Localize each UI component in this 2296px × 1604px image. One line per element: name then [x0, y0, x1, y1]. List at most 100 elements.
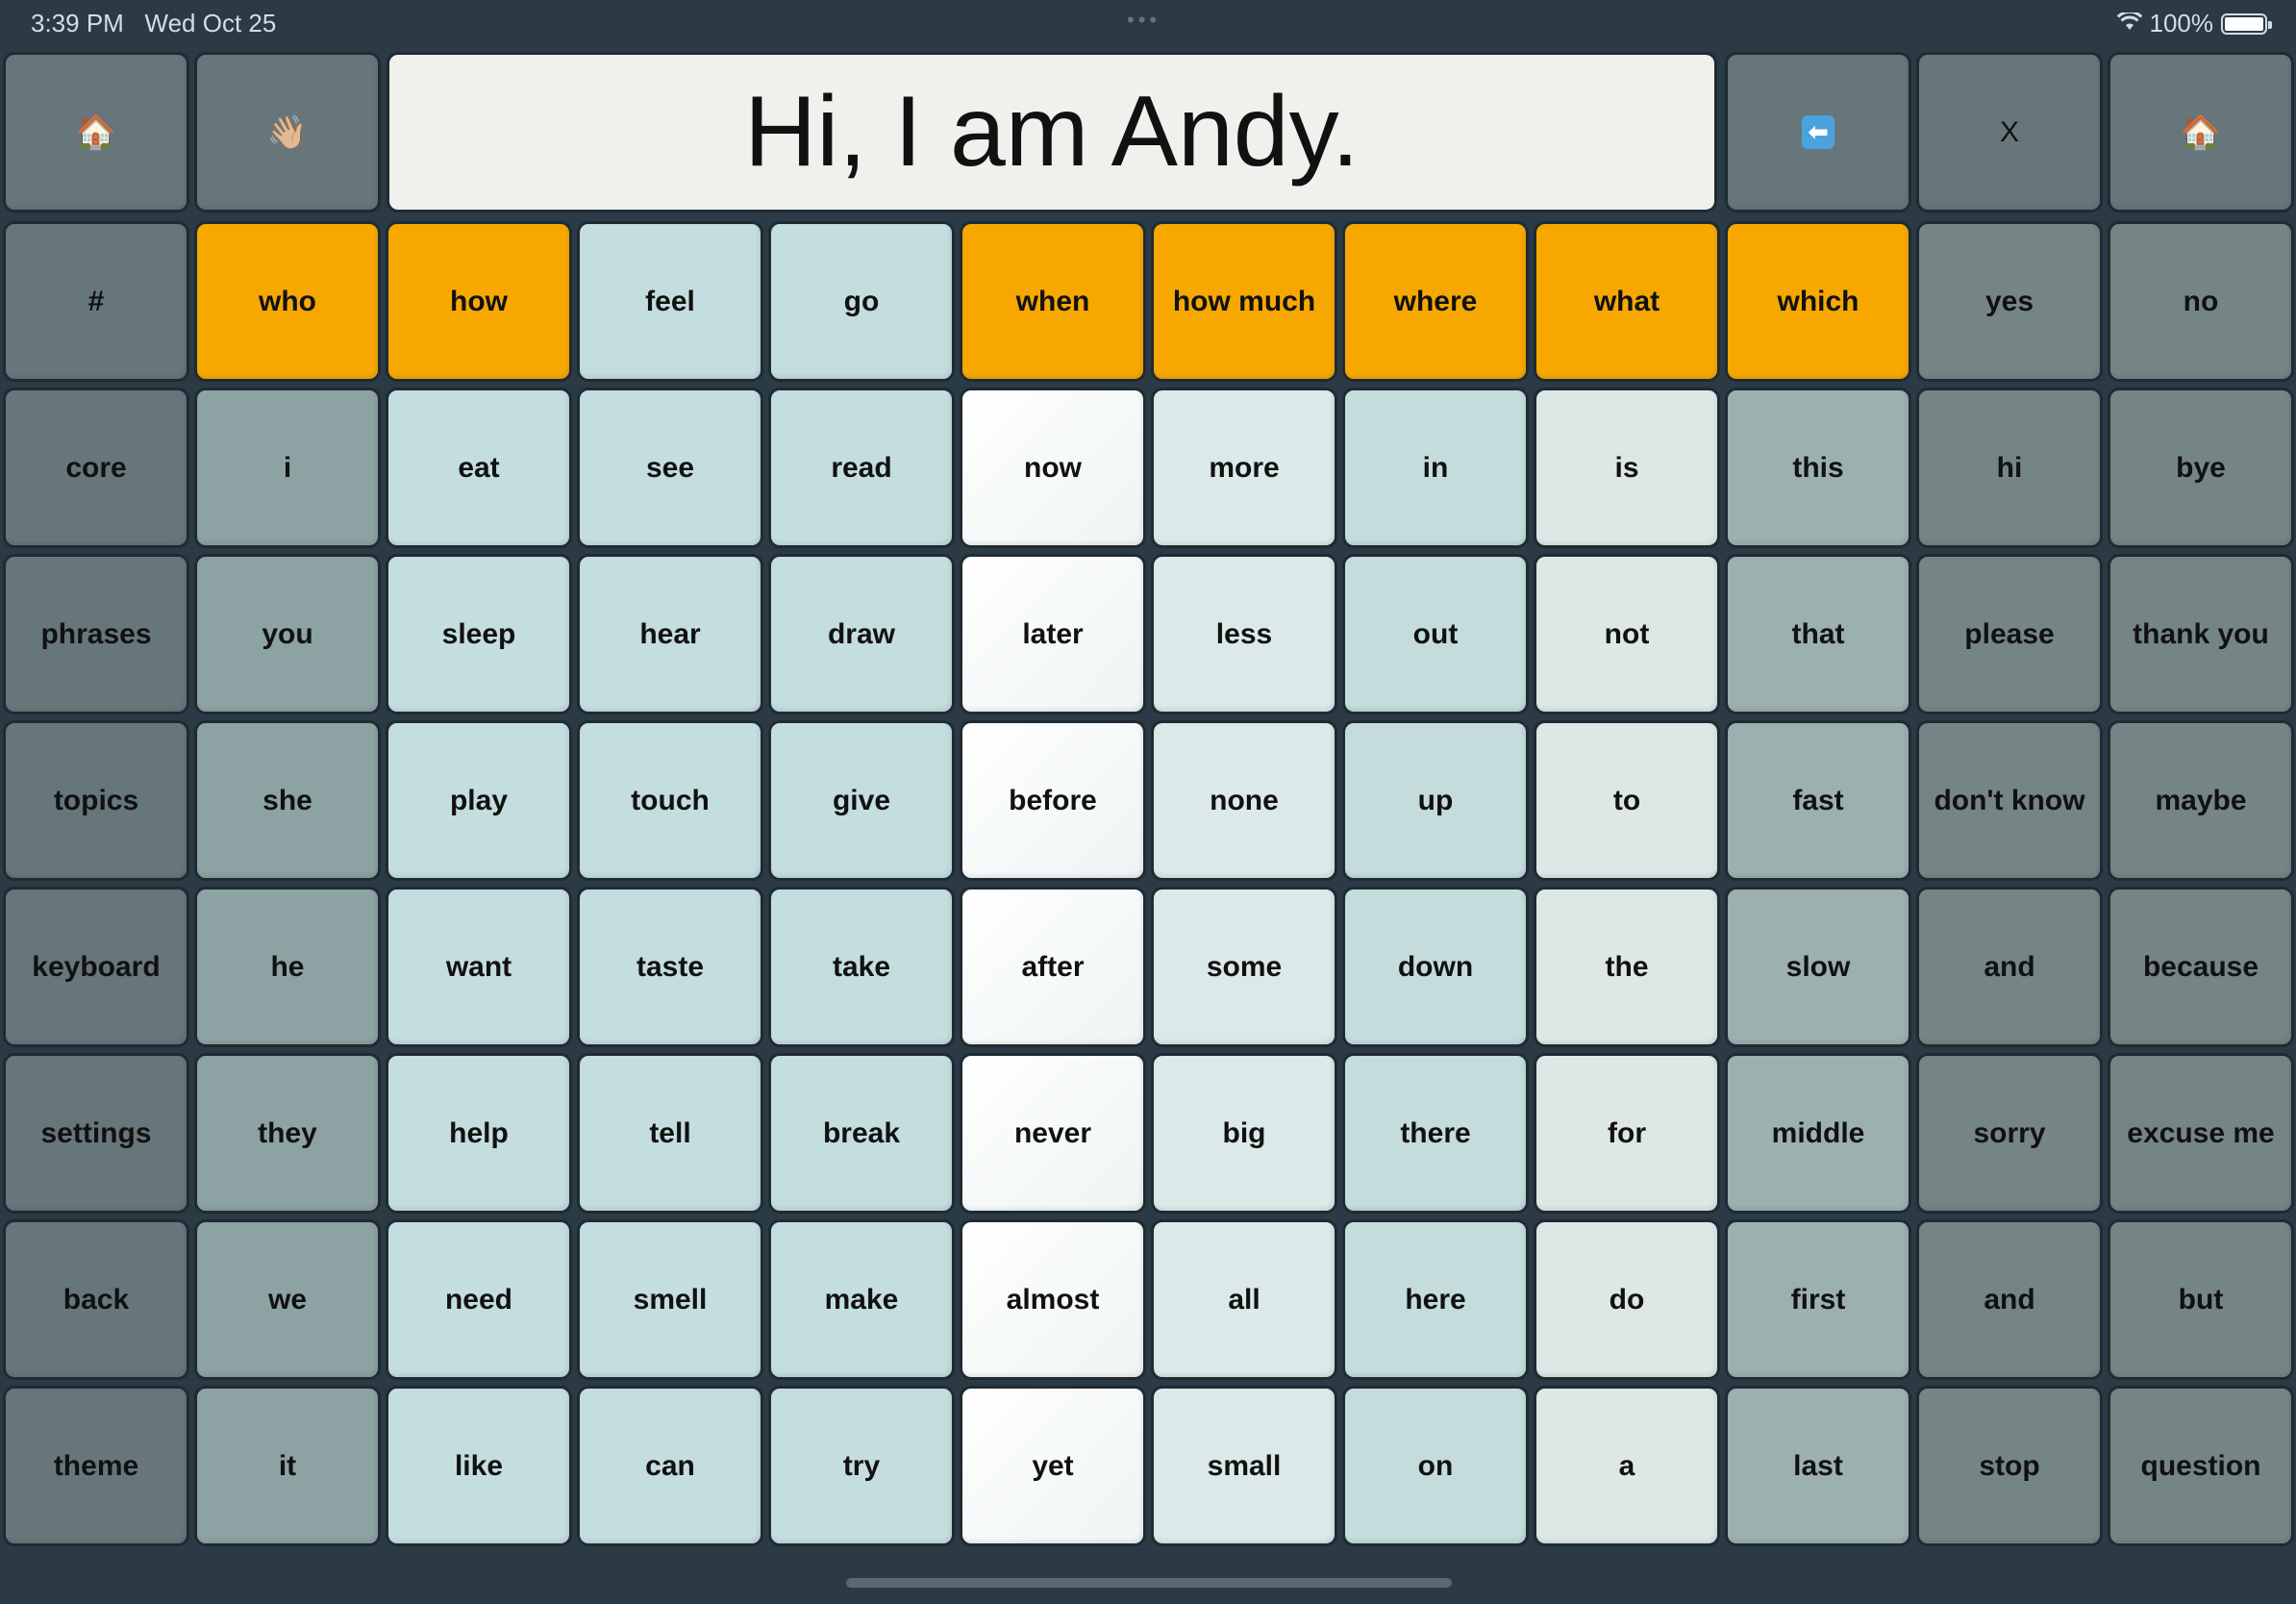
word-i-button[interactable]: i	[194, 388, 381, 548]
word-this-button[interactable]: this	[1725, 388, 1911, 548]
word-to-button[interactable]: to	[1534, 720, 1720, 881]
word-sleep-button[interactable]: sleep	[386, 554, 572, 714]
word-slow-button[interactable]: slow	[1725, 887, 1911, 1047]
word-excuse-me-button[interactable]: excuse me	[2108, 1053, 2294, 1214]
word-almost-button[interactable]: almost	[960, 1219, 1146, 1380]
word-sorry-button[interactable]: sorry	[1916, 1053, 2103, 1214]
word-yet-button[interactable]: yet	[960, 1386, 1146, 1546]
word-thank-you-button[interactable]: thank you	[2108, 554, 2294, 714]
nav-back-button[interactable]: back	[3, 1219, 189, 1380]
word-down-button[interactable]: down	[1342, 887, 1529, 1047]
word-first-button[interactable]: first	[1725, 1219, 1911, 1380]
nav-core-button[interactable]: core	[3, 388, 189, 548]
word-who-button[interactable]: who	[194, 221, 381, 382]
word-eat-button[interactable]: eat	[386, 388, 572, 548]
word-for-button[interactable]: for	[1534, 1053, 1720, 1214]
word-later-button[interactable]: later	[960, 554, 1146, 714]
word-never-button[interactable]: never	[960, 1053, 1146, 1214]
word-stop-button[interactable]: stop	[1916, 1386, 2103, 1546]
word-and-button[interactable]: and	[1916, 1219, 2103, 1380]
word-a-button[interactable]: a	[1534, 1386, 1720, 1546]
word-break-button[interactable]: break	[768, 1053, 955, 1214]
backspace-button[interactable]: ⬅	[1725, 52, 1911, 213]
word-but-button[interactable]: but	[2108, 1219, 2294, 1380]
word-after-button[interactable]: after	[960, 887, 1146, 1047]
word-read-button[interactable]: read	[768, 388, 955, 548]
word-we-button[interactable]: we	[194, 1219, 381, 1380]
wave-button[interactable]: 👋🏼	[194, 52, 381, 213]
word-and-button[interactable]: and	[1916, 887, 2103, 1047]
word-is-button[interactable]: is	[1534, 388, 1720, 548]
word-now-button[interactable]: now	[960, 388, 1146, 548]
word-hear-button[interactable]: hear	[577, 554, 763, 714]
word-the-button[interactable]: the	[1534, 887, 1720, 1047]
nav-phrases-button[interactable]: phrases	[3, 554, 189, 714]
home-button[interactable]: 🏠	[3, 52, 189, 213]
word-give-button[interactable]: give	[768, 720, 955, 881]
word-see-button[interactable]: see	[577, 388, 763, 548]
word-less-button[interactable]: less	[1151, 554, 1337, 714]
word-which-button[interactable]: which	[1725, 221, 1911, 382]
home-right-button[interactable]: 🏠	[2108, 52, 2294, 213]
word-bye-button[interactable]: bye	[2108, 388, 2294, 548]
word-none-button[interactable]: none	[1151, 720, 1337, 881]
home-indicator[interactable]	[846, 1578, 1452, 1588]
word-take-button[interactable]: take	[768, 887, 955, 1047]
nav-settings-button[interactable]: settings	[3, 1053, 189, 1214]
word-taste-button[interactable]: taste	[577, 887, 763, 1047]
word-big-button[interactable]: big	[1151, 1053, 1337, 1214]
word-maybe-button[interactable]: maybe	[2108, 720, 2294, 881]
word-some-button[interactable]: some	[1151, 887, 1337, 1047]
word-help-button[interactable]: help	[386, 1053, 572, 1214]
word-where-button[interactable]: where	[1342, 221, 1529, 382]
word-don-t-know-button[interactable]: don't know	[1916, 720, 2103, 881]
word-want-button[interactable]: want	[386, 887, 572, 1047]
word-he-button[interactable]: he	[194, 887, 381, 1047]
word-play-button[interactable]: play	[386, 720, 572, 881]
word-you-button[interactable]: you	[194, 554, 381, 714]
word-middle-button[interactable]: middle	[1725, 1053, 1911, 1214]
word-all-button[interactable]: all	[1151, 1219, 1337, 1380]
word-do-button[interactable]: do	[1534, 1219, 1720, 1380]
multitasking-dots-icon[interactable]: •••	[1127, 8, 1160, 33]
word-need-button[interactable]: need	[386, 1219, 572, 1380]
word-fast-button[interactable]: fast	[1725, 720, 1911, 881]
word-tell-button[interactable]: tell	[577, 1053, 763, 1214]
word-how-much-button[interactable]: how much	[1151, 221, 1337, 382]
word-go-button[interactable]: go	[768, 221, 955, 382]
word-like-button[interactable]: like	[386, 1386, 572, 1546]
word-yes-button[interactable]: yes	[1916, 221, 2103, 382]
word-make-button[interactable]: make	[768, 1219, 955, 1380]
word-it-button[interactable]: it	[194, 1386, 381, 1546]
word-out-button[interactable]: out	[1342, 554, 1529, 714]
word-feel-button[interactable]: feel	[577, 221, 763, 382]
word-how-button[interactable]: how	[386, 221, 572, 382]
word-what-button[interactable]: what	[1534, 221, 1720, 382]
word-question-button[interactable]: question	[2108, 1386, 2294, 1546]
message-bar[interactable]: Hi, I am Andy.	[387, 52, 1717, 213]
word-before-button[interactable]: before	[960, 720, 1146, 881]
word-not-button[interactable]: not	[1534, 554, 1720, 714]
word-please-button[interactable]: please	[1916, 554, 2103, 714]
word-more-button[interactable]: more	[1151, 388, 1337, 548]
nav-hash-button[interactable]: #	[3, 221, 189, 382]
word-try-button[interactable]: try	[768, 1386, 955, 1546]
word-that-button[interactable]: that	[1725, 554, 1911, 714]
word-here-button[interactable]: here	[1342, 1219, 1529, 1380]
word-they-button[interactable]: they	[194, 1053, 381, 1214]
word-on-button[interactable]: on	[1342, 1386, 1529, 1546]
word-because-button[interactable]: because	[2108, 887, 2294, 1047]
word-smell-button[interactable]: smell	[577, 1219, 763, 1380]
word-can-button[interactable]: can	[577, 1386, 763, 1546]
word-hi-button[interactable]: hi	[1916, 388, 2103, 548]
word-there-button[interactable]: there	[1342, 1053, 1529, 1214]
word-touch-button[interactable]: touch	[577, 720, 763, 881]
nav-keyboard-button[interactable]: keyboard	[3, 887, 189, 1047]
word-small-button[interactable]: small	[1151, 1386, 1337, 1546]
word-last-button[interactable]: last	[1725, 1386, 1911, 1546]
word-up-button[interactable]: up	[1342, 720, 1529, 881]
word-draw-button[interactable]: draw	[768, 554, 955, 714]
word-she-button[interactable]: she	[194, 720, 381, 881]
word-when-button[interactable]: when	[960, 221, 1146, 382]
nav-theme-button[interactable]: theme	[3, 1386, 189, 1546]
